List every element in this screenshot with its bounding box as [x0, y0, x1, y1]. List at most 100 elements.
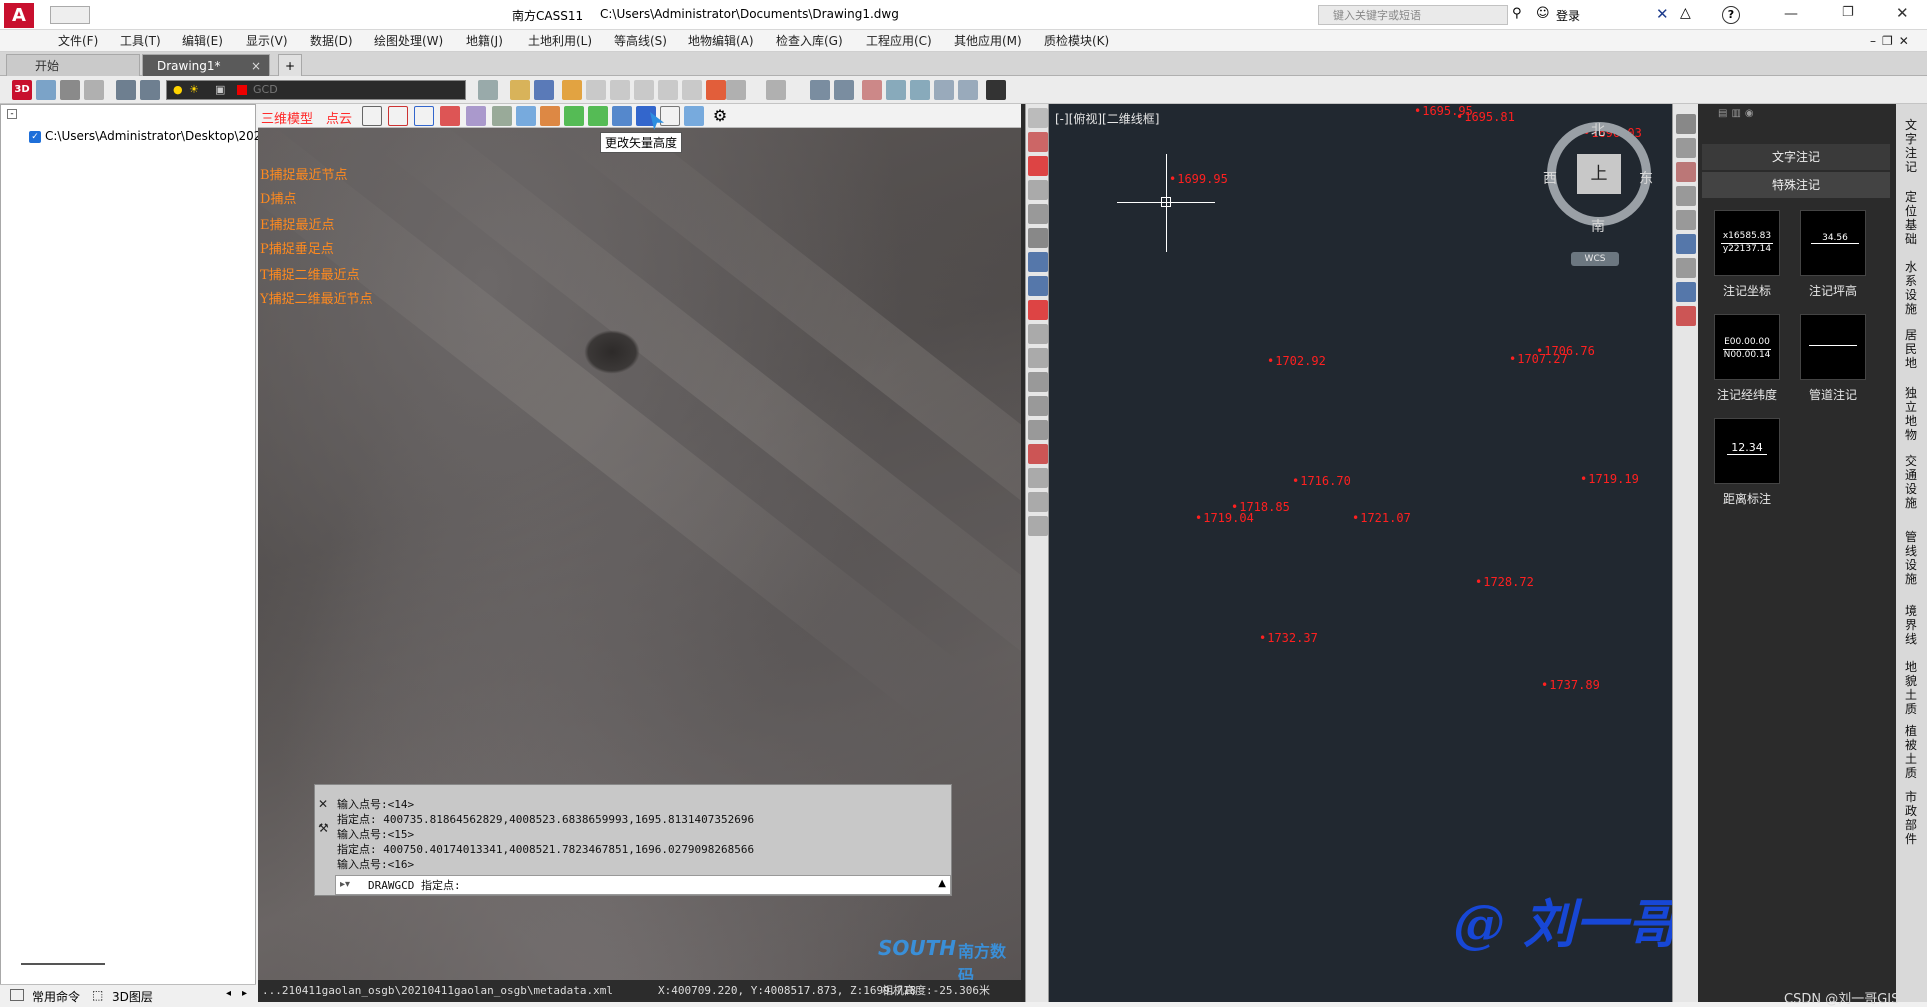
3d-copy-icon[interactable] — [660, 106, 680, 126]
tool-icon[interactable] — [1676, 114, 1696, 134]
menu-contour[interactable]: 等高线(S) — [614, 30, 667, 52]
tool-icon[interactable] — [1028, 228, 1048, 248]
panel-icons[interactable]: ▤▥◉ — [1718, 108, 1778, 120]
vtab-traffic[interactable]: 交通设施 — [1901, 454, 1921, 510]
polyline-icon[interactable] — [958, 80, 978, 100]
measure-icon[interactable] — [862, 80, 882, 100]
snap-option[interactable]: E捕捉最近点 — [260, 214, 335, 233]
vtab-control[interactable]: 定位基础 — [1901, 190, 1921, 246]
3d-model-label[interactable]: 三维模型 — [261, 108, 313, 127]
scroll-right-arrow[interactable]: ▸ — [242, 988, 247, 999]
tree-item-path[interactable]: C:\Users\Administrator\Desktop\2021( — [45, 129, 274, 143]
tool-icon[interactable] — [1028, 516, 1048, 536]
survey-point-label[interactable]: 1719.19 — [1580, 472, 1639, 486]
zoom-prev-icon[interactable] — [658, 80, 678, 100]
vtab-boundary[interactable]: 境界线 — [1901, 604, 1921, 646]
match-props-icon[interactable] — [478, 80, 498, 100]
render-icon[interactable] — [60, 80, 80, 100]
vtab-text[interactable]: 文字注记 — [1901, 118, 1921, 174]
3d-profile-icon[interactable] — [492, 106, 512, 126]
tool-icon[interactable] — [1028, 132, 1048, 152]
3d-water-icon[interactable] — [516, 106, 536, 126]
menu-file[interactable]: 文件(F) — [58, 30, 98, 52]
compass-east[interactable]: 东 — [1639, 168, 1653, 188]
command-expand-icon[interactable]: ▲ — [938, 878, 946, 889]
tree-checkbox[interactable]: ✓ — [29, 131, 41, 143]
redo-icon[interactable] — [766, 80, 786, 100]
3d-snap-point-icon[interactable] — [564, 106, 584, 126]
annot-coord-thumb[interactable]: x16585.83 y22137.14 — [1714, 210, 1780, 276]
tool-icon[interactable] — [1028, 108, 1048, 128]
special-annotation-row[interactable]: 特殊注记 — [1702, 172, 1890, 198]
exchange-icon[interactable]: ✕ — [1656, 5, 1674, 23]
layers-icon[interactable] — [36, 80, 56, 100]
survey-point-label[interactable]: 1706.76 — [1536, 344, 1595, 358]
tool-icon[interactable] — [1028, 444, 1048, 464]
survey-point-label[interactable]: 1721.07 — [1352, 511, 1411, 525]
line-icon[interactable] — [934, 80, 954, 100]
snap-option[interactable]: T捕捉二维最近点 — [260, 264, 360, 283]
close-button[interactable]: ✕ — [1896, 4, 1909, 22]
menu-engineering[interactable]: 工程应用(C) — [866, 30, 932, 52]
group-icon[interactable] — [910, 80, 930, 100]
survey-point-label[interactable]: 1719.04 — [1195, 511, 1254, 525]
collapse-icon[interactable]: - — [7, 109, 17, 119]
text-annotation-row[interactable]: 文字注记 — [1702, 144, 1890, 170]
tool-icon[interactable] — [1028, 156, 1048, 176]
layer-state-icon[interactable] — [140, 80, 160, 100]
user-icon[interactable]: ☺ — [1536, 6, 1552, 24]
autodesk-icon[interactable]: △ — [1680, 5, 1698, 23]
tab-start[interactable]: 开始 — [6, 54, 140, 76]
footer-3d-layers[interactable]: 3D图层 — [112, 988, 153, 1005]
tool-icon[interactable] — [1676, 186, 1696, 206]
3d-snap-line-icon[interactable] — [588, 106, 608, 126]
binoculars-icon[interactable]: ⚲ — [1512, 6, 1532, 24]
tool-icon[interactable] — [1028, 372, 1048, 392]
tool-icon[interactable] — [1028, 180, 1048, 200]
layer-dropdown[interactable]: ● ☀ ▣ GCD — [166, 80, 466, 100]
annot-elev-thumb[interactable]: 34.56 — [1800, 210, 1866, 276]
3d-connect-icon[interactable] — [684, 106, 704, 126]
3d-cube-icon[interactable] — [414, 106, 434, 126]
tab-drawing1[interactable]: Drawing1* × — [142, 54, 270, 76]
snap-option[interactable]: D捕点 — [260, 188, 296, 207]
survey-point-label[interactable]: 1702.92 — [1267, 354, 1326, 368]
tool-icon[interactable] — [1028, 396, 1048, 416]
move-icon[interactable] — [886, 80, 906, 100]
menu-edit[interactable]: 编辑(E) — [182, 30, 223, 52]
3d-elevation-icon[interactable] — [466, 106, 486, 126]
tool-icon[interactable] — [1676, 162, 1696, 182]
undo-icon[interactable] — [726, 80, 746, 100]
pan-icon[interactable] — [586, 80, 606, 100]
open-icon[interactable] — [510, 80, 530, 100]
login-link[interactable]: 登录 — [1556, 7, 1580, 24]
cad-viewport[interactable]: [-][俯视][二维线框] 1695.951695.811696.031699.… — [1049, 104, 1672, 1002]
quick-access-toolbar[interactable] — [50, 6, 90, 24]
command-settings-icon[interactable]: ⚒ — [318, 821, 329, 835]
3d-auto-icon[interactable] — [540, 106, 560, 126]
vtab-pipeline[interactable]: 管线设施 — [1901, 530, 1921, 586]
menu-other[interactable]: 其他应用(M) — [954, 30, 1022, 52]
search-box[interactable]: 键入关键字或短语 — [1318, 5, 1508, 25]
draw-icon[interactable] — [562, 80, 582, 100]
tool-icon[interactable] — [1028, 252, 1048, 272]
menu-view[interactable]: 显示(V) — [246, 30, 288, 52]
vtab-water[interactable]: 水系设施 — [1901, 260, 1921, 316]
add-tab-button[interactable]: + — [278, 54, 302, 76]
menu-cadastre[interactable]: 地籍(J) — [466, 30, 503, 52]
viewcube-top[interactable]: 上 — [1577, 154, 1621, 194]
zoom-extent-icon[interactable] — [682, 80, 702, 100]
tool-icon[interactable] — [1676, 306, 1696, 326]
vtab-independent[interactable]: 独立地物 — [1901, 386, 1921, 442]
tool-icon[interactable] — [1676, 210, 1696, 230]
snap-option[interactable]: Y捕捉二维最近节点 — [260, 288, 373, 307]
annot-lonlat-thumb[interactable]: E00.00.00 N00.00.14 — [1714, 314, 1780, 380]
tool-icon[interactable] — [1676, 138, 1696, 158]
survey-point-label[interactable]: 1732.37 — [1259, 631, 1318, 645]
survey-point-label[interactable]: 1716.70 — [1292, 474, 1351, 488]
command-close-icon[interactable]: ✕ — [318, 797, 328, 811]
camera-icon[interactable] — [84, 80, 104, 100]
tool-icon[interactable] — [1028, 348, 1048, 368]
annot-pipe-thumb[interactable] — [1800, 314, 1866, 380]
menu-qc[interactable]: 质检模块(K) — [1044, 30, 1109, 52]
